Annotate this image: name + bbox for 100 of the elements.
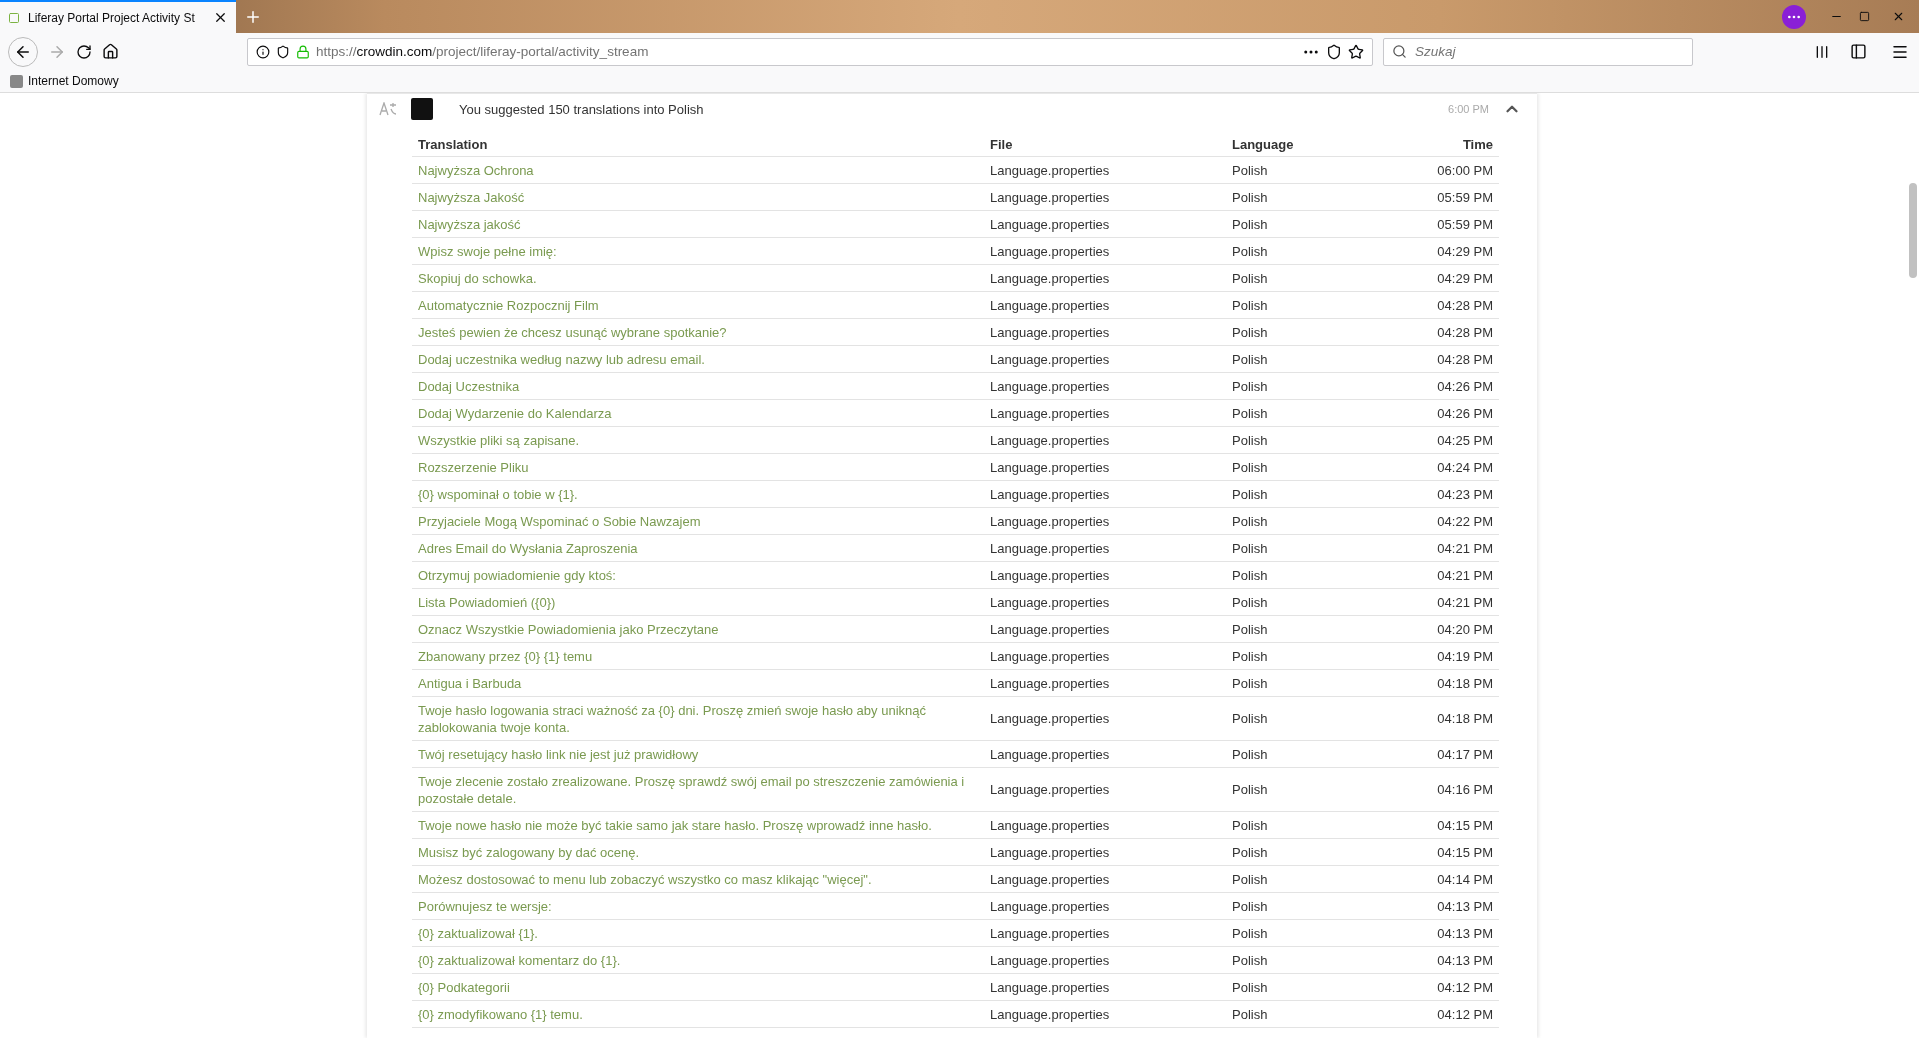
table-cell: 04:29 PM bbox=[1368, 264, 1499, 292]
table-cell: Polish bbox=[1226, 696, 1369, 741]
table-cell: Language.properties bbox=[984, 865, 1226, 893]
table-cell: Language.properties bbox=[984, 696, 1226, 741]
translation-link[interactable]: Otrzymuj powiadomienie gdy ktoś: bbox=[412, 561, 984, 589]
translation-link[interactable]: Skopiuj do schowka. bbox=[412, 264, 984, 292]
translation-link[interactable]: Rozszerzenie Pliku bbox=[412, 453, 984, 481]
bookmark-link[interactable]: Internet Domowy bbox=[10, 74, 119, 88]
translation-link[interactable]: Możesz dostosować to menu lub zobaczyć wszystko co masz klikając "więcej". bbox=[412, 865, 984, 893]
library-icon[interactable] bbox=[1814, 43, 1830, 60]
table-cell: Polish bbox=[1226, 740, 1369, 768]
table-cell: Polish bbox=[1226, 973, 1369, 1001]
table-cell: Language.properties bbox=[984, 561, 1226, 589]
table-cell: Language.properties bbox=[984, 669, 1226, 697]
table-cell: 04:28 PM bbox=[1368, 291, 1499, 319]
column-header: Translation bbox=[412, 133, 984, 157]
translation-link[interactable]: Twoje zlecenie zostało zrealizowane. Proszę sprawdź swój email po streszczenie zamówienia i pozostałe detale. bbox=[412, 767, 984, 812]
table-cell: Language.properties bbox=[984, 372, 1226, 400]
table-cell: 04:13 PM bbox=[1368, 892, 1499, 920]
translation-link[interactable]: Zbanowany przez {0} {1} temu bbox=[412, 642, 984, 670]
table-cell: Polish bbox=[1226, 561, 1369, 589]
translation-link[interactable]: {0} zaktualizował komentarz do {1}. bbox=[412, 946, 984, 974]
table-cell: Language.properties bbox=[984, 838, 1226, 866]
translation-link[interactable]: Oznacz Wszystkie Powiadomienia jako Przeczytane bbox=[412, 615, 984, 643]
table-cell: Language.properties bbox=[984, 210, 1226, 238]
translation-link[interactable]: Dodaj Wydarzenie do Kalendarza bbox=[412, 399, 984, 427]
search-input[interactable]: Szukaj bbox=[1413, 43, 1684, 60]
translation-link[interactable]: {0} zmodyfikowano {1} temu. bbox=[412, 1000, 984, 1028]
translation-link[interactable]: Najwyższa Jakość bbox=[412, 183, 984, 211]
scrollbar-thumb[interactable] bbox=[1909, 183, 1917, 278]
translation-link[interactable]: Musisz być zalogowany by dać ocenę. bbox=[412, 838, 984, 866]
table-cell: Language.properties bbox=[984, 480, 1226, 508]
sidebar-icon[interactable] bbox=[1850, 43, 1867, 60]
table-cell: Polish bbox=[1226, 946, 1369, 974]
table-cell: Language.properties bbox=[984, 642, 1226, 670]
table-cell: Polish bbox=[1226, 588, 1369, 616]
table-cell: Language.properties bbox=[984, 507, 1226, 535]
table-cell: Polish bbox=[1226, 183, 1369, 211]
close-icon[interactable] bbox=[213, 10, 228, 25]
table-cell: Polish bbox=[1226, 642, 1369, 670]
table-cell: 04:19 PM bbox=[1368, 642, 1499, 670]
table-cell: Polish bbox=[1226, 237, 1369, 265]
search-field[interactable]: Szukaj bbox=[1383, 37, 1693, 66]
translation-link[interactable]: Wpisz swoje pełne imię: bbox=[412, 237, 984, 265]
home-icon[interactable] bbox=[102, 43, 119, 60]
table-cell: Language.properties bbox=[984, 453, 1226, 481]
bookmark-star-icon[interactable] bbox=[1348, 43, 1364, 60]
translation-link[interactable]: Najwyższa jakość bbox=[412, 210, 984, 238]
table-cell: Polish bbox=[1226, 291, 1369, 319]
table-cell: 04:14 PM bbox=[1368, 865, 1499, 893]
table-cell: 04:18 PM bbox=[1368, 696, 1499, 741]
translation-link[interactable]: Automatycznie Rozpocznij Film bbox=[412, 291, 984, 319]
table-cell: Language.properties bbox=[984, 615, 1226, 643]
table-cell: Polish bbox=[1226, 507, 1369, 535]
lock-icon bbox=[296, 44, 310, 59]
translation-link[interactable]: Wszystkie pliki są zapisane. bbox=[412, 426, 984, 454]
table-cell: Polish bbox=[1226, 345, 1369, 373]
table-cell: Language.properties bbox=[984, 740, 1226, 768]
translation-link[interactable]: {0} wspominał o tobie w {1}. bbox=[412, 480, 984, 508]
translation-link[interactable]: Porównujesz te wersje: bbox=[412, 892, 984, 920]
translation-link[interactable]: Dodaj Uczestnika bbox=[412, 372, 984, 400]
translation-link[interactable]: {0} zaktualizował {1}. bbox=[412, 919, 984, 947]
translation-link[interactable]: Dodaj uczestnika według nazwy lub adresu email. bbox=[412, 345, 984, 373]
avatar bbox=[411, 98, 433, 120]
tab-title: Liferay Portal Project Activity St bbox=[28, 10, 196, 25]
table-cell: Polish bbox=[1226, 534, 1369, 562]
translation-link[interactable]: Twój resetujący hasło link nie jest już prawidłowy bbox=[412, 740, 984, 768]
translation-link[interactable]: {0} Podkategorii bbox=[412, 973, 984, 1001]
url-text: https://crowdin.com/project/liferay-portal/activity_stream bbox=[316, 44, 650, 59]
table-cell: Language.properties bbox=[984, 237, 1226, 265]
table-cell: Polish bbox=[1226, 865, 1369, 893]
translation-link[interactable]: Najwyższa Ochrona bbox=[412, 156, 984, 184]
table-cell: Polish bbox=[1226, 1000, 1369, 1028]
translation-link[interactable]: Antigua i Barbuda bbox=[412, 669, 984, 697]
table-cell: Language.properties bbox=[984, 973, 1226, 1001]
table-cell: Language.properties bbox=[984, 291, 1226, 319]
table-cell: Language.properties bbox=[984, 811, 1226, 839]
browser-tab[interactable]: Liferay Portal Project Activity St bbox=[0, 0, 236, 33]
table-cell: Polish bbox=[1226, 453, 1369, 481]
table-cell: Language.properties bbox=[984, 399, 1226, 427]
translation-link[interactable]: Twoje hasło logowania straci ważność za {0} dni. Proszę zmień swoje hasło aby uniknąć zablokowania twoje konta. bbox=[412, 696, 984, 741]
info-icon bbox=[256, 44, 270, 59]
table-cell: 04:15 PM bbox=[1368, 838, 1499, 866]
table-cell: Polish bbox=[1226, 372, 1369, 400]
translation-link[interactable]: Jesteś pewien że chcesz usunąć wybrane spotkanie? bbox=[412, 318, 984, 346]
table-cell: 04:20 PM bbox=[1368, 615, 1499, 643]
table-cell: 04:13 PM bbox=[1368, 946, 1499, 974]
table-cell: Polish bbox=[1226, 838, 1369, 866]
table-cell: 04:12 PM bbox=[1368, 1000, 1499, 1028]
table-cell: Language.properties bbox=[984, 156, 1226, 184]
table-cell: Polish bbox=[1226, 426, 1369, 454]
translation-link[interactable]: Przyjaciele Mogą Wspominać o Sobie Nawzajem bbox=[412, 507, 984, 535]
address-field[interactable]: https://crowdin.com/project/liferay-portal/activity_stream bbox=[247, 37, 1373, 66]
table-cell: Polish bbox=[1226, 811, 1369, 839]
translation-link[interactable]: Twoje nowe hasło nie może być takie samo jak stare hasło. Proszę wprowadź inne hasło. bbox=[412, 811, 984, 839]
table-cell: Language.properties bbox=[984, 946, 1226, 974]
translation-link[interactable]: Lista Powiadomień ({0}) bbox=[412, 588, 984, 616]
table-cell: Language.properties bbox=[984, 919, 1226, 947]
translation-link[interactable]: Adres Email do Wysłania Zaproszenia bbox=[412, 534, 984, 562]
reload-icon[interactable] bbox=[76, 43, 92, 60]
